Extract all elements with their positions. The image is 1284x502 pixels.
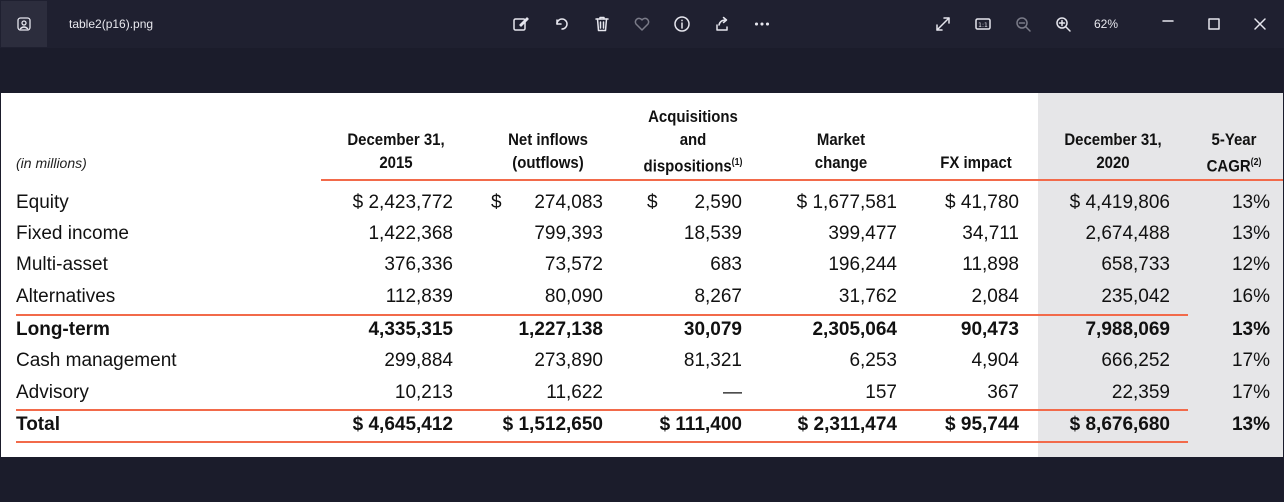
table-cell: 13% <box>1231 414 1270 435</box>
table-cell: 8,267 <box>694 286 742 307</box>
table-cell: 235,042 <box>1101 286 1170 307</box>
table-cell: $ 1,512,650 <box>502 414 603 435</box>
unit-label: (in millions) <box>16 155 87 171</box>
row-label: Alternatives <box>16 286 116 307</box>
table-cell: 367 <box>987 382 1019 403</box>
subtotal-rule <box>16 314 1188 316</box>
table-cell: 666,252 <box>1101 350 1170 371</box>
table-cell: — <box>723 382 742 403</box>
table-cell: $ 2,311,474 <box>797 414 897 435</box>
header-fx-impact: FX impact <box>940 153 1012 172</box>
table-cell: $ 41,780 <box>945 192 1019 213</box>
maximize-icon[interactable] <box>1202 12 1226 36</box>
table-cell: 17% <box>1231 350 1270 371</box>
zoom-level[interactable]: 62% <box>1094 17 1118 31</box>
header-market-change: Market change <box>814 130 868 172</box>
table-cell: $ 2,423,772 <box>352 192 453 213</box>
table-cell: 157 <box>865 382 897 403</box>
total-rule-bottom <box>16 441 1188 443</box>
table-cell: 34,711 <box>962 223 1019 244</box>
row-label: Fixed income <box>16 223 129 244</box>
table-cell: 16% <box>1231 286 1270 307</box>
table-cell: $ <box>647 192 658 213</box>
table-cell: $ <box>491 192 502 213</box>
title-bar: table2(p16).png 1:1 62% <box>0 0 1284 48</box>
table-cell: 30,079 <box>683 319 742 340</box>
edit-image-icon[interactable] <box>509 12 533 36</box>
table-cell: 22,359 <box>1111 382 1170 403</box>
header-dec-2020: December 31, 2020 <box>1064 130 1162 172</box>
header-acquisitions: Acquisitions and dispositions(1) <box>643 107 743 176</box>
table-cell: $ 95,744 <box>945 414 1019 435</box>
displayed-image: (in millions) December 31, 2015 Net inflo… <box>1 93 1283 457</box>
table-cell: 13% <box>1231 192 1270 213</box>
table-cell: 10,213 <box>394 382 453 403</box>
minimize-icon[interactable] <box>1156 12 1180 36</box>
actual-size-icon[interactable]: 1:1 <box>971 12 995 36</box>
table-cell: 6,253 <box>849 350 897 371</box>
table-cell: 13% <box>1231 223 1270 244</box>
table-cell: 11,898 <box>962 254 1019 275</box>
table-cell: $ 8,676,680 <box>1069 414 1170 435</box>
file-name: table2(p16).png <box>69 17 154 31</box>
header-rule <box>321 179 1283 181</box>
row-label: Equity <box>16 192 69 213</box>
row-label: Long-term <box>16 319 110 340</box>
zoom-in-icon[interactable] <box>1051 12 1075 36</box>
table-cell: 2,305,064 <box>812 319 897 340</box>
table-cell: 31,762 <box>838 286 897 307</box>
table-cell: 12% <box>1231 254 1270 275</box>
table-cell: 1,422,368 <box>368 223 453 244</box>
table-cell: 73,572 <box>544 254 603 275</box>
header-cagr: 5-Year CAGR(2) <box>1206 130 1262 176</box>
zoom-out-icon[interactable] <box>1011 12 1035 36</box>
table-cell: 4,904 <box>971 350 1019 371</box>
table-cell: 90,473 <box>960 319 1019 340</box>
table-cell: 7,988,069 <box>1085 319 1170 340</box>
table-cell: 80,090 <box>544 286 603 307</box>
row-label: Multi-asset <box>16 254 108 275</box>
table-cell: 683 <box>710 254 742 275</box>
table-cell: 11,622 <box>546 382 603 403</box>
close-icon[interactable] <box>1248 12 1272 36</box>
table-cell: 112,839 <box>385 286 453 307</box>
row-label: Cash management <box>16 350 177 371</box>
table-cell: 2,674,488 <box>1085 223 1170 244</box>
row-label: Advisory <box>16 382 89 403</box>
table-cell: 376,336 <box>384 254 453 275</box>
more-icon[interactable] <box>750 12 774 36</box>
table-cell: 273,890 <box>534 350 603 371</box>
table-cell: 2,084 <box>971 286 1019 307</box>
table-cell: 274,083 <box>534 192 603 213</box>
rotate-icon[interactable] <box>550 12 574 36</box>
table-cell: 399,477 <box>828 223 897 244</box>
header-net-inflows: Net inflows (outflows) <box>508 130 588 172</box>
table-cell: 13% <box>1231 319 1270 340</box>
table-cell: $ 111,400 <box>659 414 742 435</box>
svg-text:1:1: 1:1 <box>978 22 988 29</box>
table-cell: 2,590 <box>694 192 742 213</box>
table-cell: 299,884 <box>384 350 453 371</box>
table-cell: 18,539 <box>683 223 742 244</box>
table-cell: $ 4,645,412 <box>352 414 453 435</box>
row-label: Total <box>16 414 60 435</box>
table-cell: 799,393 <box>534 223 603 244</box>
photo-icon[interactable] <box>1 1 47 47</box>
total-rule-top <box>16 409 1188 411</box>
info-icon[interactable] <box>670 12 694 36</box>
trash-icon[interactable] <box>590 12 614 36</box>
table-cell: $ 1,677,581 <box>796 192 897 213</box>
table-cell: 196,244 <box>828 254 897 275</box>
header-dec-2015: December 31, 2015 <box>347 130 445 172</box>
table-cell: 658,733 <box>1101 254 1170 275</box>
heart-icon[interactable] <box>630 12 654 36</box>
table-cell: $ 4,419,806 <box>1069 192 1170 213</box>
table-cell: 17% <box>1231 382 1270 403</box>
table-cell: 81,321 <box>683 350 742 371</box>
share-icon[interactable] <box>710 12 734 36</box>
table-cell: 4,335,315 <box>368 319 453 340</box>
table-cell: 1,227,138 <box>518 319 603 340</box>
expand-icon[interactable] <box>931 12 955 36</box>
